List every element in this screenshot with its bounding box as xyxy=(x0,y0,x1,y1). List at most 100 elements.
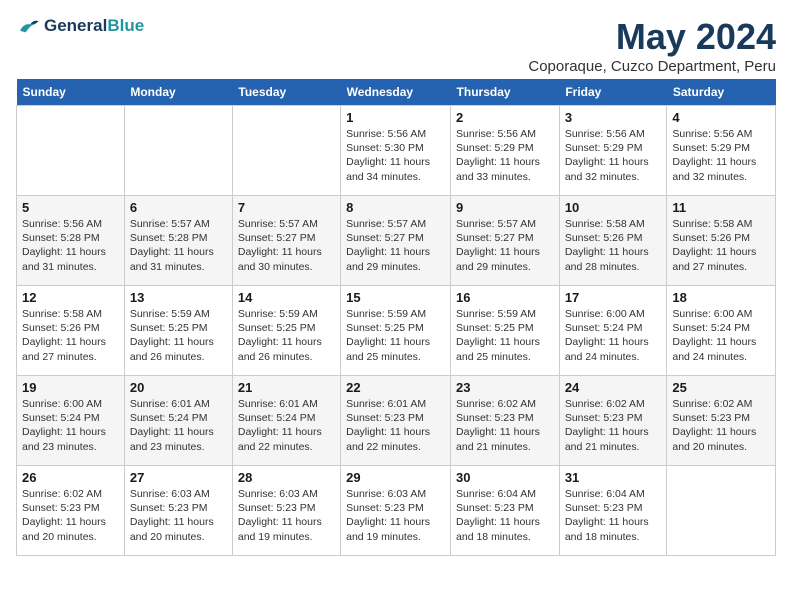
week-row-1: 1 Sunrise: 5:56 AM Sunset: 5:30 PM Daylig… xyxy=(17,106,776,196)
day-info: Sunrise: 5:56 AM Sunset: 5:29 PM Dayligh… xyxy=(565,127,662,184)
day-info: Sunrise: 6:03 AM Sunset: 5:23 PM Dayligh… xyxy=(238,487,335,544)
week-row-2: 5 Sunrise: 5:56 AM Sunset: 5:28 PM Daylig… xyxy=(17,196,776,286)
day-number: 31 xyxy=(565,470,662,485)
title-block: May 2024 Coporaque, Cuzco Department, Pe… xyxy=(528,16,776,75)
calendar-cell xyxy=(17,106,125,196)
day-number: 20 xyxy=(130,380,227,395)
day-info: Sunrise: 5:57 AM Sunset: 5:27 PM Dayligh… xyxy=(346,217,445,274)
day-info: Sunrise: 6:01 AM Sunset: 5:24 PM Dayligh… xyxy=(238,397,335,454)
logo: GeneralBlue xyxy=(16,16,144,36)
days-header-row: SundayMondayTuesdayWednesdayThursdayFrid… xyxy=(17,79,776,106)
calendar-cell: 18 Sunrise: 6:00 AM Sunset: 5:24 PM Dayli… xyxy=(667,286,776,376)
day-number: 26 xyxy=(22,470,119,485)
day-info: Sunrise: 6:04 AM Sunset: 5:23 PM Dayligh… xyxy=(565,487,662,544)
day-number: 10 xyxy=(565,200,662,215)
day-number: 3 xyxy=(565,110,662,125)
day-info: Sunrise: 6:01 AM Sunset: 5:24 PM Dayligh… xyxy=(130,397,227,454)
calendar-cell: 2 Sunrise: 5:56 AM Sunset: 5:29 PM Daylig… xyxy=(451,106,560,196)
calendar-cell: 25Sunrise: 6:02 AM Sunset: 5:23 PM Dayli… xyxy=(667,376,776,466)
calendar-cell: 14Sunrise: 5:59 AM Sunset: 5:25 PM Dayli… xyxy=(232,286,340,376)
logo-bird-icon xyxy=(16,16,40,36)
day-number: 27 xyxy=(130,470,227,485)
day-info: Sunrise: 6:03 AM Sunset: 5:23 PM Dayligh… xyxy=(346,487,445,544)
day-number: 22 xyxy=(346,380,445,395)
day-info: Sunrise: 5:59 AM Sunset: 5:25 PM Dayligh… xyxy=(346,307,445,364)
calendar-cell: 30 Sunrise: 6:04 AM Sunset: 5:23 PM Dayli… xyxy=(451,466,560,556)
day-info: Sunrise: 5:57 AM Sunset: 5:28 PM Dayligh… xyxy=(130,217,227,274)
day-info: Sunrise: 5:59 AM Sunset: 5:25 PM Dayligh… xyxy=(456,307,554,364)
calendar-cell: 27Sunrise: 6:03 AM Sunset: 5:23 PM Dayli… xyxy=(124,466,232,556)
day-header-wednesday: Wednesday xyxy=(341,79,451,106)
location: Coporaque, Cuzco Department, Peru xyxy=(528,58,776,75)
calendar-cell: 4 Sunrise: 5:56 AM Sunset: 5:29 PM Daylig… xyxy=(667,106,776,196)
day-number: 5 xyxy=(22,200,119,215)
day-info: Sunrise: 6:02 AM Sunset: 5:23 PM Dayligh… xyxy=(672,397,770,454)
calendar-cell: 20 Sunrise: 6:01 AM Sunset: 5:24 PM Dayli… xyxy=(124,376,232,466)
day-number: 30 xyxy=(456,470,554,485)
day-info: Sunrise: 6:02 AM Sunset: 5:23 PM Dayligh… xyxy=(22,487,119,544)
day-header-saturday: Saturday xyxy=(667,79,776,106)
day-info: Sunrise: 5:58 AM Sunset: 5:26 PM Dayligh… xyxy=(672,217,770,274)
calendar-cell: 8 Sunrise: 5:57 AM Sunset: 5:27 PM Daylig… xyxy=(341,196,451,286)
day-number: 2 xyxy=(456,110,554,125)
day-info: Sunrise: 5:59 AM Sunset: 5:25 PM Dayligh… xyxy=(130,307,227,364)
day-info: Sunrise: 5:57 AM Sunset: 5:27 PM Dayligh… xyxy=(238,217,335,274)
calendar-cell: 21Sunrise: 6:01 AM Sunset: 5:24 PM Dayli… xyxy=(232,376,340,466)
week-row-3: 12 Sunrise: 5:58 AM Sunset: 5:26 PM Dayli… xyxy=(17,286,776,376)
calendar-cell: 9 Sunrise: 5:57 AM Sunset: 5:27 PM Daylig… xyxy=(451,196,560,286)
calendar-cell: 11 Sunrise: 5:58 AM Sunset: 5:26 PM Dayli… xyxy=(667,196,776,286)
calendar-cell: 3 Sunrise: 5:56 AM Sunset: 5:29 PM Daylig… xyxy=(559,106,667,196)
day-number: 15 xyxy=(346,290,445,305)
day-number: 4 xyxy=(672,110,770,125)
day-number: 7 xyxy=(238,200,335,215)
calendar-cell: 16Sunrise: 5:59 AM Sunset: 5:25 PM Dayli… xyxy=(451,286,560,376)
day-info: Sunrise: 6:00 AM Sunset: 5:24 PM Dayligh… xyxy=(22,397,119,454)
calendar-table: SundayMondayTuesdayWednesdayThursdayFrid… xyxy=(16,79,776,556)
day-number: 28 xyxy=(238,470,335,485)
day-info: Sunrise: 5:56 AM Sunset: 5:28 PM Dayligh… xyxy=(22,217,119,274)
day-number: 9 xyxy=(456,200,554,215)
day-number: 6 xyxy=(130,200,227,215)
day-number: 8 xyxy=(346,200,445,215)
calendar-cell: 22 Sunrise: 6:01 AM Sunset: 5:23 PM Dayli… xyxy=(341,376,451,466)
day-number: 12 xyxy=(22,290,119,305)
day-info: Sunrise: 5:57 AM Sunset: 5:27 PM Dayligh… xyxy=(456,217,554,274)
calendar-cell: 28 Sunrise: 6:03 AM Sunset: 5:23 PM Dayli… xyxy=(232,466,340,556)
calendar-cell: 24 Sunrise: 6:02 AM Sunset: 5:23 PM Dayli… xyxy=(559,376,667,466)
day-info: Sunrise: 5:56 AM Sunset: 5:29 PM Dayligh… xyxy=(672,127,770,184)
calendar-cell: 26 Sunrise: 6:02 AM Sunset: 5:23 PM Dayli… xyxy=(17,466,125,556)
day-header-sunday: Sunday xyxy=(17,79,125,106)
day-info: Sunrise: 5:59 AM Sunset: 5:25 PM Dayligh… xyxy=(238,307,335,364)
day-info: Sunrise: 5:58 AM Sunset: 5:26 PM Dayligh… xyxy=(22,307,119,364)
day-info: Sunrise: 6:01 AM Sunset: 5:23 PM Dayligh… xyxy=(346,397,445,454)
day-info: Sunrise: 6:04 AM Sunset: 5:23 PM Dayligh… xyxy=(456,487,554,544)
day-info: Sunrise: 5:56 AM Sunset: 5:29 PM Dayligh… xyxy=(456,127,554,184)
day-number: 24 xyxy=(565,380,662,395)
day-number: 18 xyxy=(672,290,770,305)
day-number: 1 xyxy=(346,110,445,125)
calendar-cell: 5 Sunrise: 5:56 AM Sunset: 5:28 PM Daylig… xyxy=(17,196,125,286)
day-info: Sunrise: 5:58 AM Sunset: 5:26 PM Dayligh… xyxy=(565,217,662,274)
calendar-cell: 6 Sunrise: 5:57 AM Sunset: 5:28 PM Daylig… xyxy=(124,196,232,286)
day-number: 11 xyxy=(672,200,770,215)
day-number: 17 xyxy=(565,290,662,305)
day-info: Sunrise: 6:02 AM Sunset: 5:23 PM Dayligh… xyxy=(565,397,662,454)
day-number: 19 xyxy=(22,380,119,395)
day-info: Sunrise: 6:00 AM Sunset: 5:24 PM Dayligh… xyxy=(565,307,662,364)
week-row-4: 19 Sunrise: 6:00 AM Sunset: 5:24 PM Dayli… xyxy=(17,376,776,466)
calendar-cell: 23Sunrise: 6:02 AM Sunset: 5:23 PM Dayli… xyxy=(451,376,560,466)
calendar-cell: 7 Sunrise: 5:57 AM Sunset: 5:27 PM Daylig… xyxy=(232,196,340,286)
day-info: Sunrise: 6:00 AM Sunset: 5:24 PM Dayligh… xyxy=(672,307,770,364)
calendar-cell: 15 Sunrise: 5:59 AM Sunset: 5:25 PM Dayli… xyxy=(341,286,451,376)
week-row-5: 26 Sunrise: 6:02 AM Sunset: 5:23 PM Dayli… xyxy=(17,466,776,556)
month-title: May 2024 xyxy=(528,16,776,58)
day-number: 23 xyxy=(456,380,554,395)
calendar-cell xyxy=(124,106,232,196)
logo-text: GeneralBlue xyxy=(44,17,144,36)
day-header-friday: Friday xyxy=(559,79,667,106)
page-header: GeneralBlue May 2024 Coporaque, Cuzco De… xyxy=(16,16,776,75)
day-info: Sunrise: 5:56 AM Sunset: 5:30 PM Dayligh… xyxy=(346,127,445,184)
calendar-cell: 12 Sunrise: 5:58 AM Sunset: 5:26 PM Dayli… xyxy=(17,286,125,376)
day-header-thursday: Thursday xyxy=(451,79,560,106)
calendar-cell xyxy=(667,466,776,556)
